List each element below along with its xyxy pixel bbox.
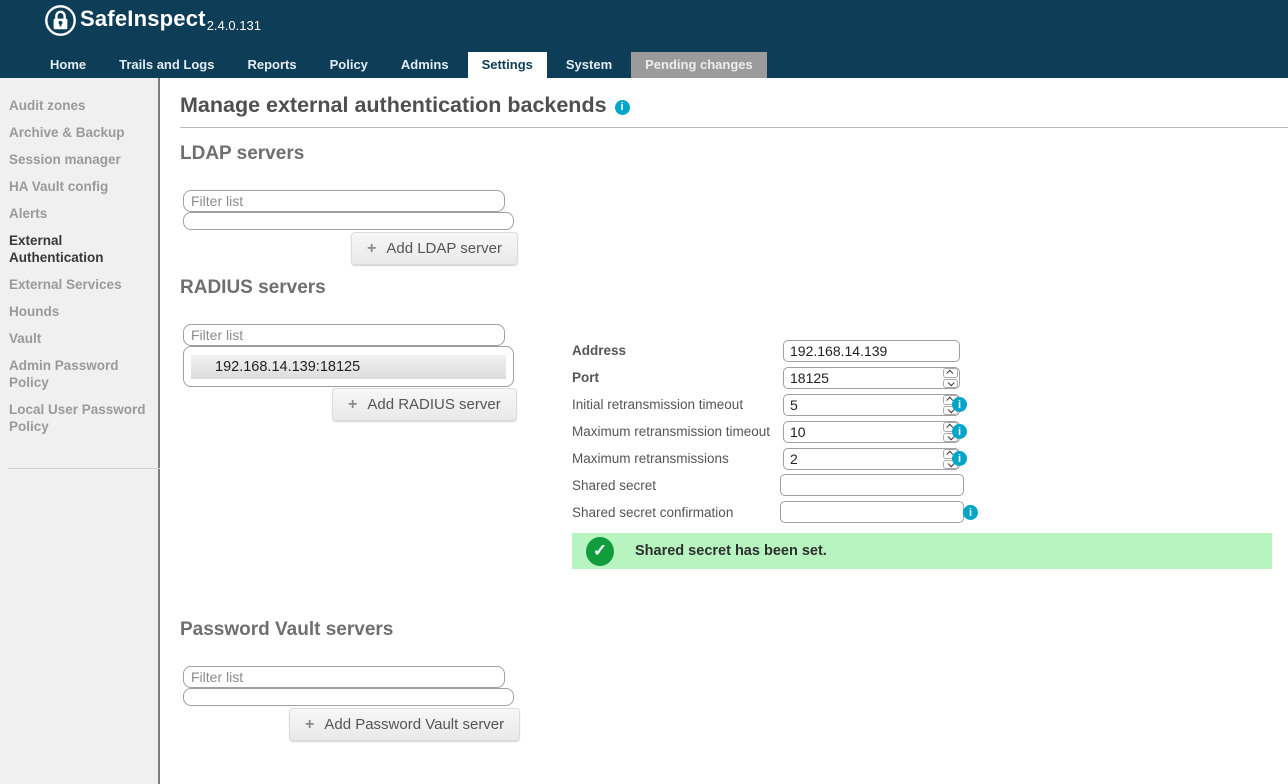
add-radius-server-button[interactable]: + Add RADIUS server (332, 388, 517, 421)
sidebar-list: Audit zones Archive & Backup Session man… (0, 78, 158, 435)
ldap-section-heading: LDAP servers (180, 143, 304, 165)
version-label: 2.4.0.131 (207, 18, 261, 33)
lock-icon (44, 4, 77, 37)
ldap-filter-input[interactable] (183, 190, 505, 212)
initial-retransmission-timeout-input[interactable] (783, 394, 960, 416)
chevron-up-icon (946, 370, 953, 377)
check-icon: ✓ (586, 537, 614, 566)
settings-sidebar: Audit zones Archive & Backup Session man… (0, 78, 160, 784)
header-bar: SafeInspect 2.4.0.131 Home Trails and Lo… (0, 0, 1288, 78)
success-message-text: Shared secret has been set. (635, 543, 827, 559)
shared-secret-confirmation-input[interactable] (780, 501, 964, 523)
spin-up-button[interactable] (943, 368, 958, 378)
tab-policy[interactable]: Policy (316, 52, 382, 78)
tab-settings[interactable]: Settings (468, 52, 547, 78)
sidebar-item-external-authentication[interactable]: External Authentication (0, 232, 146, 266)
radius-server-list: 192.168.14.139:18125 (183, 346, 514, 387)
page-info-icon[interactable]: i (615, 100, 630, 115)
vault-server-list[interactable] (183, 688, 514, 706)
address-field-wrap (783, 340, 960, 362)
tab-admins[interactable]: Admins (387, 52, 463, 78)
sidebar-item-alerts[interactable]: Alerts (0, 205, 146, 222)
ldap-server-list[interactable] (183, 212, 514, 230)
radius-server-list-item[interactable]: 192.168.14.139:18125 (191, 355, 506, 379)
add-password-vault-server-button[interactable]: + Add Password Vault server (289, 708, 520, 741)
plus-icon: + (367, 241, 376, 257)
tab-trails-and-logs[interactable]: Trails and Logs (105, 52, 228, 78)
tab-pending-changes[interactable]: Pending changes (631, 52, 767, 78)
address-input[interactable] (783, 340, 960, 362)
maximum-retransmissions-wrap (783, 448, 960, 470)
shared-secret-label: Shared secret (572, 478, 656, 493)
chevron-down-icon (948, 379, 955, 386)
tab-home[interactable]: Home (36, 52, 100, 78)
page-title: Manage external authentication backends i (180, 93, 630, 118)
sidebar-item-external-services[interactable]: External Services (0, 276, 146, 293)
initial-retransmission-timeout-label: Initial retransmission timeout (572, 397, 743, 412)
shared-secret-confirmation-wrap (780, 501, 964, 523)
shared-secret-input[interactable] (780, 474, 964, 496)
port-label: Port (572, 370, 599, 385)
spin-down-button[interactable] (943, 379, 958, 389)
maximum-retransmission-timeout-info-icon[interactable]: i (952, 424, 967, 439)
add-password-vault-server-label: Add Password Vault server (324, 716, 504, 733)
sidebar-item-session-manager[interactable]: Session manager (0, 151, 146, 168)
sidebar-item-admin-password-policy[interactable]: Admin Password Policy (0, 357, 146, 391)
sidebar-item-vault[interactable]: Vault (0, 330, 146, 347)
add-ldap-server-label: Add LDAP server (386, 240, 502, 257)
top-nav: Home Trails and Logs Reports Policy Admi… (36, 52, 772, 78)
add-ldap-server-button[interactable]: + Add LDAP server (351, 232, 518, 265)
maximum-retransmission-timeout-label: Maximum retransmission timeout (572, 424, 770, 439)
shared-secret-confirmation-label: Shared secret confirmation (572, 505, 733, 520)
initial-retransmission-timeout-wrap (783, 394, 960, 416)
tab-reports[interactable]: Reports (233, 52, 310, 78)
sidebar-item-local-user-password-policy[interactable]: Local User Password Policy (0, 401, 146, 435)
maximum-retransmissions-input[interactable] (783, 448, 960, 470)
vault-section-heading: Password Vault servers (180, 619, 393, 641)
radius-filter-input[interactable] (183, 324, 505, 346)
title-divider (180, 127, 1288, 128)
plus-icon: + (348, 397, 357, 413)
maximum-retransmissions-info-icon[interactable]: i (952, 451, 967, 466)
sidebar-item-ha-vault-config[interactable]: HA Vault config (0, 178, 146, 195)
add-radius-server-label: Add RADIUS server (367, 396, 500, 413)
initial-retransmission-timeout-info-icon[interactable]: i (952, 397, 967, 412)
brand-name: SafeInspect (80, 2, 206, 36)
address-label: Address (572, 343, 626, 358)
app-window: SafeInspect 2.4.0.131 Home Trails and Lo… (0, 0, 1288, 784)
shared-secret-confirmation-info-icon[interactable]: i (963, 505, 978, 520)
port-field-wrap (783, 367, 960, 389)
port-spinner (943, 368, 958, 388)
port-input[interactable] (783, 367, 960, 389)
sidebar-item-hounds[interactable]: Hounds (0, 303, 146, 320)
main-content: Manage external authentication backends i… (162, 78, 1288, 784)
success-message: ✓ Shared secret has been set. (572, 533, 1272, 569)
radius-section-heading: RADIUS servers (180, 277, 326, 299)
sidebar-divider (8, 468, 160, 469)
maximum-retransmission-timeout-wrap (783, 421, 960, 443)
brand-logo: SafeInspect 2.4.0.131 (44, 2, 261, 37)
maximum-retransmission-timeout-input[interactable] (783, 421, 960, 443)
sidebar-item-audit-zones[interactable]: Audit zones (0, 97, 146, 114)
page-title-text: Manage external authentication backends (180, 93, 607, 117)
maximum-retransmissions-label: Maximum retransmissions (572, 451, 729, 466)
plus-icon: + (305, 717, 314, 733)
sidebar-item-archive-backup[interactable]: Archive & Backup (0, 124, 146, 141)
vault-filter-input[interactable] (183, 666, 505, 688)
tab-system[interactable]: System (552, 52, 626, 78)
shared-secret-wrap (780, 474, 964, 496)
